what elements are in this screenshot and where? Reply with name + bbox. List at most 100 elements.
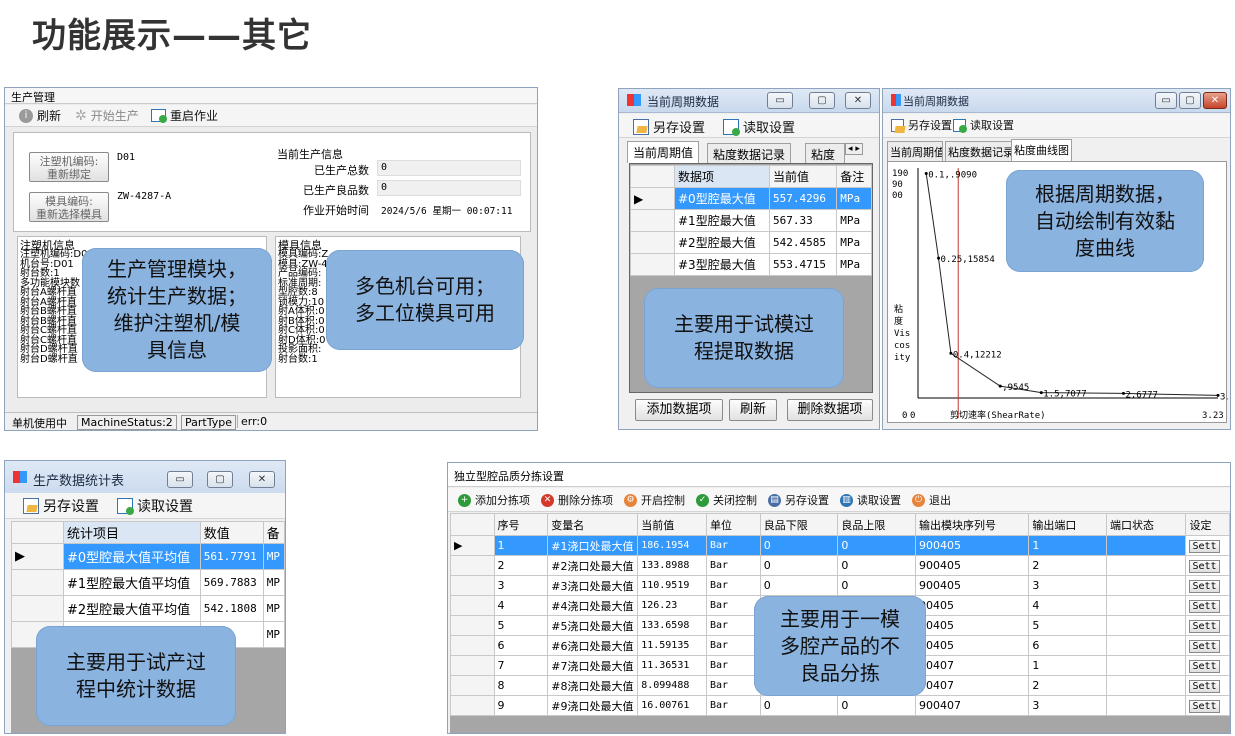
tab-current-cycle[interactable]: 当前周期值 [887,141,943,161]
table-cell[interactable]: 0 [759,575,839,596]
delete-data-item-button[interactable]: 删除数据项 [787,399,873,421]
table-cell[interactable]: 2 [1028,675,1108,696]
column-header[interactable]: 数值 [199,521,264,544]
table-cell[interactable]: 4 [1028,595,1108,616]
column-header[interactable]: 数据项 [674,165,770,188]
tab-viscosity[interactable]: 粘度 [805,143,845,163]
table-cell[interactable]: 900405 [915,535,1030,556]
load-settings-button[interactable]: ▥ 读取设置 [840,492,901,508]
row-header[interactable] [11,569,64,596]
table-cell[interactable] [1106,555,1187,576]
refresh-button[interactable]: i 刷新 [19,107,61,124]
tab-viscosity-record[interactable]: 粘度数据记录 [707,143,792,163]
tab-viscosity-curve[interactable]: 粘度曲线图 [1011,139,1072,161]
table-cell[interactable]: 11.59135 [637,635,707,656]
table-cell[interactable]: Bar [705,575,761,596]
column-header[interactable]: 单位 [705,513,761,536]
table-cell[interactable]: #3浇口处最大值 [547,575,639,596]
table-cell[interactable]: 2 [493,555,549,576]
table-cell[interactable]: 0 [759,535,839,556]
close-button[interactable]: ✕ [845,92,871,109]
table-cell[interactable] [1106,595,1187,616]
row-header[interactable]: ▶ [450,535,495,556]
table-cell[interactable]: 3 [1028,575,1108,596]
settings-button[interactable]: Sett [1185,575,1230,596]
table-cell[interactable]: 6 [493,635,549,656]
enable-control-button[interactable]: ⚙ 开启控制 [624,492,685,508]
table-cell[interactable]: 00405 [915,595,1030,616]
table-cell[interactable]: 3 [1028,695,1108,716]
table-cell[interactable]: MP [262,595,285,622]
column-header[interactable]: 备 [262,521,285,544]
table-cell[interactable]: 133.8988 [637,555,707,576]
row-header[interactable]: ▶ [11,543,64,570]
table-cell[interactable]: #7浇口处最大值 [547,655,639,676]
table-cell[interactable]: 900405 [915,575,1030,596]
table-cell[interactable]: 900405 [915,555,1030,576]
table-row[interactable]: #1型腔最大值平均值 569.7883 MP [11,569,285,596]
table-cell[interactable]: 110.9519 [637,575,707,596]
load-settings-button[interactable]: 读取设置 [953,117,1014,133]
table-cell[interactable]: #1浇口处最大值 [547,535,639,556]
row-header[interactable] [450,595,495,616]
row-header[interactable] [450,675,495,696]
table-cell[interactable] [1106,695,1187,716]
table-cell[interactable]: MPa [836,253,872,276]
column-header[interactable]: 当前值 [637,513,707,536]
table-row[interactable]: ▶ #0型腔最大值平均值 561.7791 MP [11,543,285,570]
restart-job-button[interactable]: 重启作业 [151,107,218,124]
save-settings-button[interactable]: ▤ 另存设置 [768,492,829,508]
tab-scroll-arrows[interactable]: ◂ ▸ [845,143,863,155]
table-cell[interactable]: #2型腔最大值平均值 [63,595,201,622]
table-cell[interactable]: 00407 [915,655,1030,676]
column-header[interactable]: 设定 [1185,513,1230,536]
row-header[interactable] [630,253,675,276]
table-row[interactable]: #2型腔最大值 542.4585 MPa [630,231,872,254]
table-cell[interactable]: Bar [705,675,761,696]
table-cell[interactable] [1106,535,1187,556]
column-header[interactable]: 统计项目 [63,521,201,544]
disable-control-button[interactable]: ✓ 关闭控制 [696,492,757,508]
row-header[interactable] [450,575,495,596]
table-cell[interactable]: 5 [1028,615,1108,636]
save-settings-button[interactable]: 另存设置 [891,117,952,133]
table-cell[interactable]: Bar [705,615,761,636]
add-data-item-button[interactable]: 添加数据项 [635,399,723,421]
table-row[interactable]: 9 #9浇口处最大值 16.00761 Bar 0 0 900407 3 Sett [450,695,1230,716]
table-cell[interactable]: #8浇口处最大值 [547,675,639,696]
table-cell[interactable]: 16.00761 [637,695,707,716]
row-header[interactable] [450,695,495,716]
column-header[interactable]: 当前值 [768,165,838,188]
save-settings-button[interactable]: 另存设置 [23,496,99,516]
row-header[interactable] [450,615,495,636]
table-cell[interactable]: 0 [837,575,917,596]
table-cell[interactable]: 00405 [915,615,1030,636]
column-header[interactable]: 良品上限 [837,513,917,536]
table-row[interactable]: #2型腔最大值平均值 542.1808 MP [11,595,285,622]
settings-button[interactable]: Sett [1185,695,1230,716]
table-cell[interactable]: #0型腔最大值平均值 [63,543,201,570]
close-button[interactable]: ✕ [249,471,275,488]
row-header[interactable] [450,655,495,676]
column-header[interactable]: 端口状态 [1106,513,1187,536]
tab-viscosity-record[interactable]: 粘度数据记录 [945,141,1017,161]
table-cell[interactable]: 0 [837,535,917,556]
table-cell[interactable]: MP [262,621,285,648]
row-header[interactable] [450,635,495,656]
table-cell[interactable]: Bar [705,555,761,576]
table-cell[interactable]: 126.23 [637,595,707,616]
column-header[interactable]: 序号 [493,513,549,536]
table-row[interactable]: #1型腔最大值 567.33 MPa [630,209,872,232]
table-cell[interactable] [1106,575,1187,596]
table-cell[interactable]: 9 [493,695,549,716]
table-cell[interactable] [1106,615,1187,636]
row-header[interactable]: ▶ [630,187,675,210]
rebind-machine-button[interactable]: 注塑机编码: 重新绑定 [29,152,109,182]
table-cell[interactable]: #3型腔最大值 [674,253,770,276]
table-cell[interactable]: 8 [493,675,549,696]
table-cell[interactable]: 1 [1028,535,1108,556]
table-cell[interactable]: 00405 [915,635,1030,656]
row-header[interactable] [450,555,495,576]
table-cell[interactable]: 133.6598 [637,615,707,636]
close-button[interactable]: ✕ [1203,92,1227,109]
